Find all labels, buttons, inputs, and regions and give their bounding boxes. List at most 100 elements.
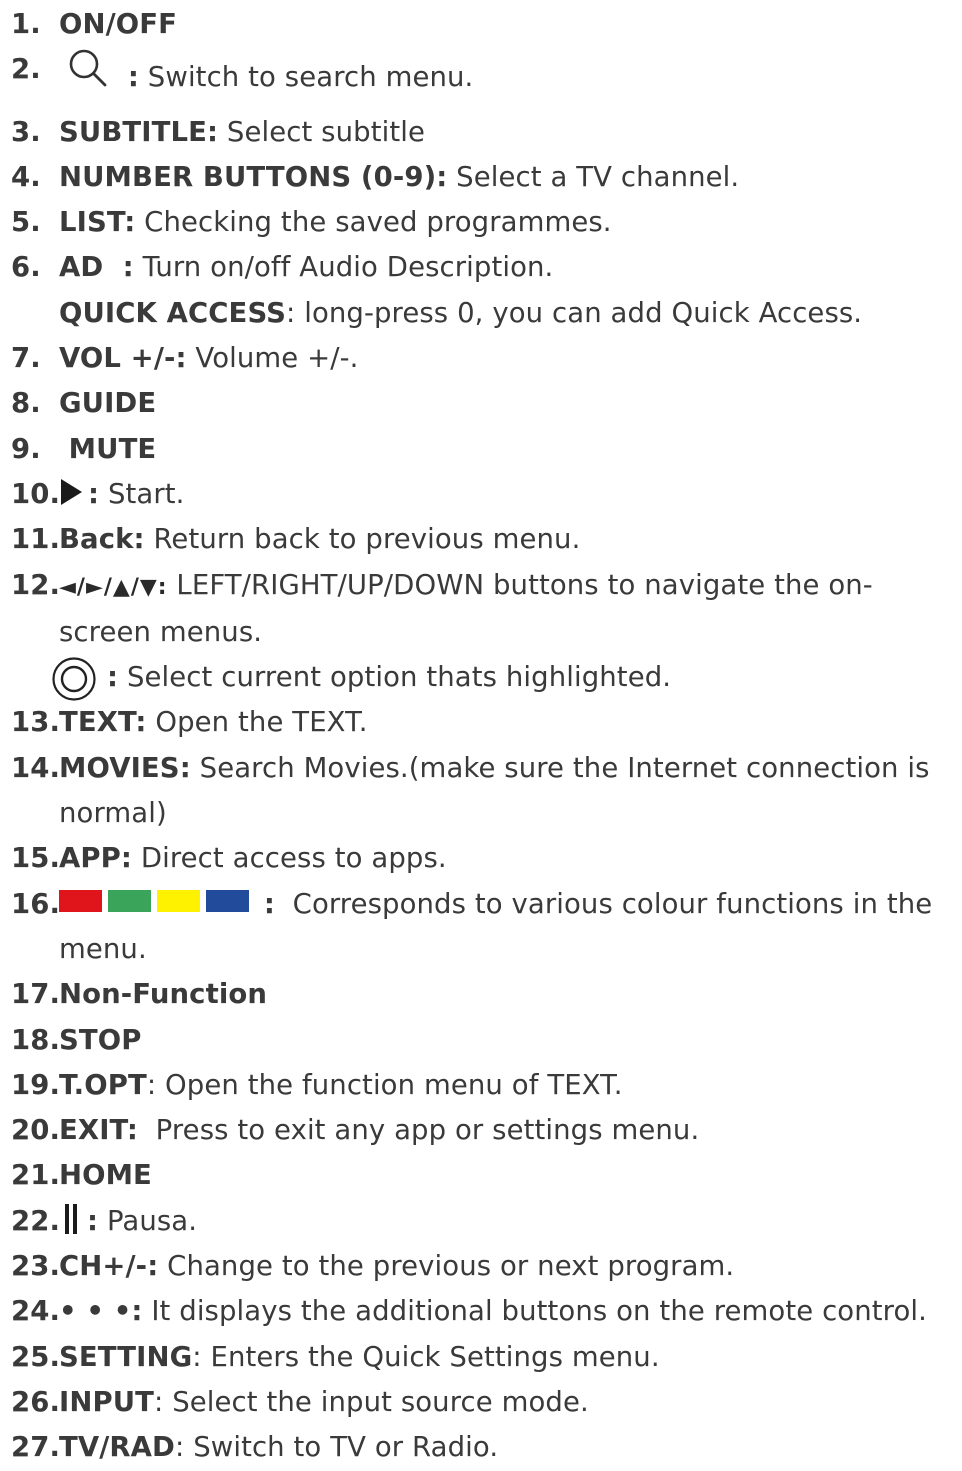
item-number: 14. <box>11 751 61 784</box>
list-item: 22. : Pausa. <box>11 1199 962 1244</box>
list-item: 8. GUIDE <box>11 381 962 426</box>
item-description: : Enters the Quick Settings menu. <box>192 1340 660 1373</box>
item-separator: : <box>88 477 100 510</box>
item-description: : long-press 0, you can add Quick Access… <box>286 296 863 329</box>
item-description: Start. <box>99 477 185 510</box>
item-label: MOVIES: <box>59 751 191 784</box>
list-item: 6. AD : Turn on/off Audio Description. <box>11 245 962 290</box>
item-description: Corresponds to various colour functions … <box>274 887 933 920</box>
item-separator: : <box>127 61 139 94</box>
item-separator: : <box>87 1204 99 1237</box>
list-item-continuation: menu. <box>11 927 962 972</box>
item-description: menu. <box>59 932 147 965</box>
item-description: Checking the saved programmes. <box>135 206 612 239</box>
item-label: ON/OFF <box>59 8 177 40</box>
item-description: Select subtitle <box>218 115 425 148</box>
item-label: EXIT: <box>59 1114 138 1147</box>
list-item: 24. • • •: It displays the additional bu… <box>11 1289 962 1334</box>
item-number: 16. <box>11 887 61 920</box>
item-description: Search Movies.(make sure the Internet co… <box>190 751 930 784</box>
item-label: VOL +/-: <box>59 342 187 375</box>
item-number: 4. <box>11 160 41 193</box>
item-separator: : <box>107 661 119 694</box>
item-number: 22. <box>11 1204 61 1237</box>
item-number: 23. <box>11 1250 61 1283</box>
list-item: 20. EXIT: Press to exit any app or setti… <box>11 1108 962 1153</box>
item-description: : Select the input source mode. <box>154 1385 589 1418</box>
list-item: 7. VOL +/-: Volume +/-. <box>11 336 962 381</box>
item-label: INPUT <box>59 1385 154 1418</box>
item-label: QUICK ACCESS <box>59 296 287 329</box>
item-description: Press to exit any app or settings menu. <box>137 1114 700 1147</box>
item-description: LEFT/RIGHT/UP/DOWN buttons to navigate t… <box>167 568 873 601</box>
item-number: 27. <box>11 1431 61 1464</box>
list-item: 10. : Start. <box>11 472 962 517</box>
item-description: Return back to previous menu. <box>144 523 581 556</box>
item-number: 25. <box>11 1340 61 1373</box>
item-number: 19. <box>11 1068 61 1101</box>
item-description: Volume +/-. <box>186 342 359 375</box>
item-label: T.OPT <box>59 1068 147 1101</box>
search-icon <box>67 47 109 103</box>
item-label: STOP <box>59 1023 142 1056</box>
item-description: Pausa. <box>98 1204 198 1237</box>
item-number: 18. <box>11 1023 61 1056</box>
item-number: 6. <box>11 251 41 284</box>
item-description: It displays the additional buttons on th… <box>142 1295 927 1328</box>
item-label: AD : <box>59 251 134 284</box>
item-description: Open the TEXT. <box>146 706 368 739</box>
item-number: 2. <box>11 53 41 86</box>
item-label: Back: <box>59 523 145 556</box>
button-function-list: 1. ON/OFF 2. : Switch to search menu. 3.… <box>11 2 962 1471</box>
pause-icon <box>65 1203 77 1234</box>
list-item: 3. SUBTITLE: Select subtitle <box>11 110 962 155</box>
yellow-key-swatch <box>157 889 200 912</box>
item-description: : Open the function menu of TEXT. <box>146 1068 623 1101</box>
item-label: SETTING <box>59 1340 193 1373</box>
list-item: 26. INPUT: Select the input source mode. <box>11 1380 962 1425</box>
list-item: 17. Non-Function <box>11 972 962 1017</box>
item-number: 24. <box>11 1295 61 1328</box>
blue-key-swatch <box>206 889 249 912</box>
item-number: 7. <box>11 342 41 375</box>
item-label: NUMBER BUTTONS (0-9): <box>59 160 448 193</box>
item-label: LIST: <box>59 206 136 239</box>
item-description: Change to the previous or next program. <box>158 1250 735 1283</box>
item-label: HOME <box>59 1159 152 1192</box>
list-item: 2. : Switch to search menu. <box>11 47 962 109</box>
item-label: MUTE <box>59 432 157 465</box>
item-number: 3. <box>11 115 41 148</box>
item-label: APP: <box>59 842 132 875</box>
item-description: Turn on/off Audio Description. <box>133 251 554 284</box>
list-item: 23. CH+/-: Change to the previous or nex… <box>11 1244 962 1289</box>
item-number: 15. <box>11 842 61 875</box>
list-item: 14. MOVIES: Search Movies.(make sure the… <box>11 746 962 791</box>
list-item: 15. APP: Direct access to apps. <box>11 836 962 881</box>
list-item: 9. MUTE <box>11 427 962 472</box>
list-item: 13. TEXT: Open the TEXT. <box>11 700 962 745</box>
item-label: • • •: <box>59 1295 143 1328</box>
item-description: Direct access to apps. <box>132 842 447 875</box>
list-item: 19. T.OPT: Open the function menu of TEX… <box>11 1063 962 1108</box>
item-description: Select current option thats highlighted. <box>118 661 672 694</box>
red-key-swatch <box>59 889 102 912</box>
item-number: 5. <box>11 206 41 239</box>
list-item: 27. TV/RAD: Switch to TV or Radio. <box>11 1425 962 1470</box>
item-label: SUBTITLE: <box>59 115 219 148</box>
play-icon <box>61 478 82 505</box>
item-number: 26. <box>11 1385 61 1418</box>
list-item: 25. SETTING: Enters the Quick Settings m… <box>11 1335 962 1380</box>
list-item: 4. NUMBER BUTTONS (0-9): Select a TV cha… <box>11 155 962 200</box>
list-item: 11. Back: Return back to previous menu. <box>11 517 962 562</box>
item-number: 1. <box>11 8 41 40</box>
item-separator: : <box>263 887 275 920</box>
item-number: 21. <box>11 1159 61 1192</box>
item-number: 9. <box>11 432 41 465</box>
list-item: 21. HOME <box>11 1153 962 1198</box>
item-description: Switch to search menu. <box>147 61 474 94</box>
item-number: 13. <box>11 706 61 739</box>
item-number: 11. <box>11 523 61 556</box>
item-number: 20. <box>11 1114 61 1147</box>
item-description: screen menus. <box>59 615 263 648</box>
list-item-continuation: : Select current option thats highlighte… <box>11 655 962 701</box>
